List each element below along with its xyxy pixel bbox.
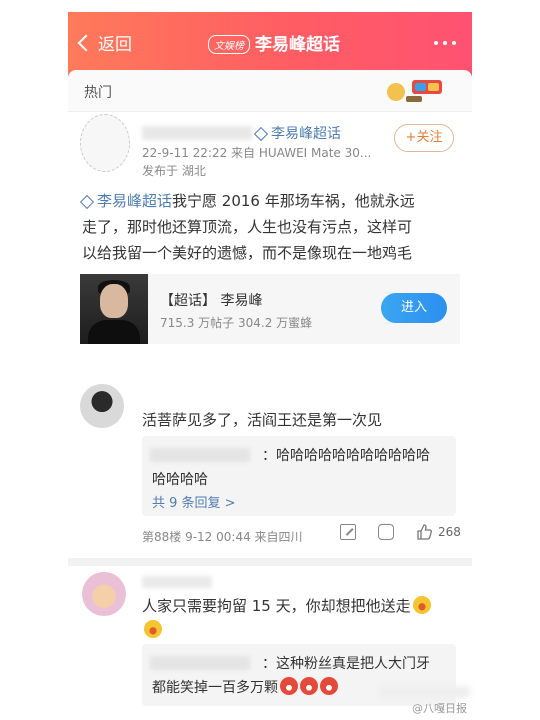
laughing-emoji-icon [144, 620, 162, 638]
reply-author-blurred [150, 656, 250, 670]
commenter-avatar[interactable] [80, 384, 124, 428]
follow-button[interactable]: +关注 [394, 124, 454, 152]
post-body-line2: 走了，那时他还算顶流，人生也没有污点，这样可 [82, 218, 413, 236]
watermark: @八嘎日报 [412, 702, 467, 715]
post-body: 李易峰超话我宁愿 2016 年那场车祸，他就永远 走了，那时他还算顶流，人生也没… [79, 188, 462, 266]
divider [68, 558, 472, 566]
chevron-left-icon [77, 34, 95, 51]
back-label: 返回 [98, 35, 132, 55]
reply-box[interactable]: ：哈哈哈哈哈哈哈哈哈哈哈 哈哈哈哈 共 9 条回复 > [142, 436, 456, 516]
hot-tab-bar: 热门 [68, 70, 472, 112]
super-topic-card[interactable]: 【超话】 李易峰 715.3 万帖子 304.2 万蜜蜂 进入 [80, 274, 460, 344]
commenter-avatar[interactable] [82, 572, 126, 616]
more-icon[interactable] [434, 41, 456, 45]
post-body-line3: 以给我留一个美好的遗憾，而不是像现在一地鸡毛 [82, 244, 413, 262]
comment-meta: 第88楼 9-12 00:44 来自四川 [142, 530, 303, 544]
share-icon[interactable] [340, 524, 356, 540]
grin-emoji-icon [300, 677, 318, 695]
post-body-line1: 我宁愿 2016 年那场车祸，他就永远 [172, 192, 415, 210]
post-location: 发布于 湖北 [142, 164, 206, 178]
like-icon[interactable] [416, 524, 432, 540]
card-stats: 715.3 万帖子 304.2 万蜜蜂 [160, 316, 313, 330]
reply-text-line2: 都能笑掉一百多万颗 [152, 677, 338, 697]
ranking-badge: 文娱榜 [208, 35, 250, 54]
back-button[interactable]: 返回 [77, 30, 132, 55]
grin-emoji-icon [320, 677, 338, 695]
page-title: 李易峰超话 [255, 35, 340, 55]
card-thumbnail [80, 274, 148, 344]
reply-text-line2: 哈哈哈哈 [152, 472, 208, 488]
reply-author-blurred [150, 448, 250, 462]
laughing-emoji-icon [412, 596, 431, 614]
comment-text: 人家只需要拘留 15 天，你却想把他送走 [142, 594, 452, 642]
topic-link[interactable]: 李易峰超话 [79, 192, 172, 210]
like-count: 268 [438, 525, 461, 539]
reply-icon[interactable] [378, 520, 394, 540]
avatar[interactable] [80, 114, 130, 172]
phone-screen: 返回 文娱榜 李易峰超话 热门 李易峰超话 22-9-11 22:22 来自 H… [68, 12, 472, 720]
comment-actions: 268 [340, 520, 461, 540]
enter-button[interactable]: 进入 [381, 293, 447, 323]
card-title: 【超话】 李易峰 [160, 293, 263, 309]
author-topic-link[interactable]: 李易峰超话 [253, 123, 341, 143]
diamond-icon [253, 126, 269, 142]
author-name-blurred [142, 126, 252, 140]
grin-emoji-icon [280, 677, 298, 695]
reply-text-line1: ：哈哈哈哈哈哈哈哈哈哈哈 [262, 448, 430, 464]
tab-hot[interactable]: 热门 [84, 82, 112, 102]
comment-text: 活菩萨见多了，活阎王还是第一次见 [142, 411, 383, 429]
watermark-blurred [380, 686, 470, 698]
reply-text-line1: ：这种粉丝真是把人大门牙 [262, 656, 430, 672]
decoration-icon [387, 80, 442, 102]
commenter-name-blurred [142, 576, 212, 588]
app-header: 返回 文娱榜 李易峰超话 [68, 12, 472, 78]
view-replies-link[interactable]: 共 9 条回复 > [152, 492, 236, 511]
post-meta: 22-9-11 22:22 来自 HUAWEI Mate 30... [142, 146, 372, 160]
diamond-icon [79, 194, 95, 209]
